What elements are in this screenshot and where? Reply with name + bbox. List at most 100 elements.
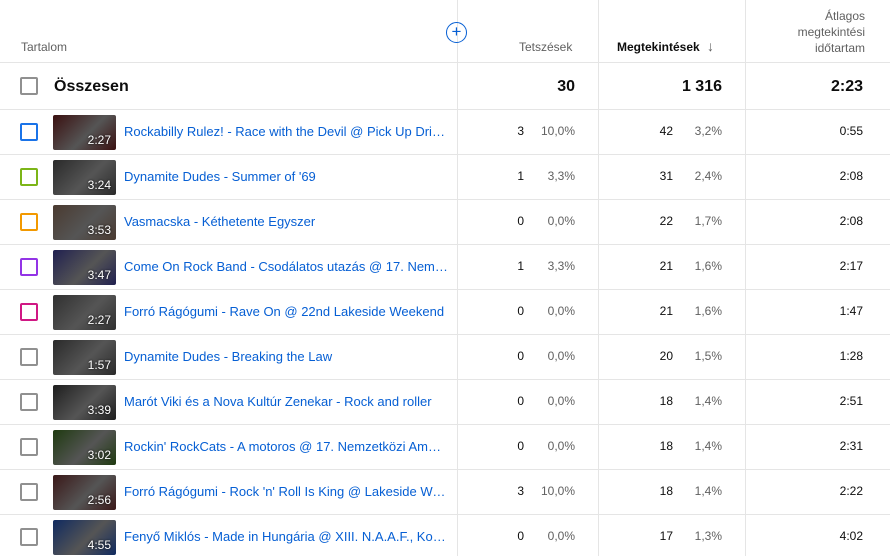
video-title[interactable]: Forró Rágógumi - Rave On @ 22nd Lakeside… [124, 304, 448, 319]
table-row[interactable]: 2:27 Rockabilly Rulez! - Race with the D… [0, 110, 890, 155]
row-likes: 0 [517, 214, 524, 228]
video-title[interactable]: Dynamite Dudes - Summer of '69 [124, 169, 448, 184]
video-thumbnail[interactable]: 2:27 [53, 115, 116, 150]
video-title[interactable]: Come On Rock Band - Csodálatos utazás @ … [124, 259, 448, 274]
video-title[interactable]: Marót Viki és a Nova Kultúr Zenekar - Ro… [124, 394, 448, 409]
video-thumbnail[interactable]: 4:55 [53, 520, 116, 555]
video-thumbnail[interactable]: 2:27 [53, 295, 116, 330]
row-checkbox[interactable] [20, 213, 38, 231]
row-checkbox[interactable] [20, 438, 38, 456]
row-avg-duration: 2:08 [839, 169, 863, 183]
row-checkbox[interactable] [20, 348, 38, 366]
avg-duration-label-line: időtartam [814, 41, 865, 55]
video-duration: 3:02 [87, 448, 111, 462]
row-views-percent: 1,4% [694, 394, 722, 408]
content-column-header[interactable]: Tartalom [21, 40, 67, 54]
views-column-header[interactable]: Megtekintések [617, 40, 700, 54]
row-likes-percent: 3,3% [547, 169, 575, 183]
video-duration: 3:53 [87, 223, 111, 237]
row-likes: 0 [517, 394, 524, 408]
table-row[interactable]: 1:57 Dynamite Dudes - Breaking the Law 0… [0, 335, 890, 380]
video-thumbnail[interactable]: 3:24 [53, 160, 116, 195]
video-title[interactable]: Rockin' RockCats - A motoros @ 17. Nemze… [124, 439, 448, 454]
row-views: 22 [659, 214, 673, 228]
row-avg-duration: 2:22 [839, 484, 863, 498]
row-views: 18 [659, 484, 673, 498]
row-likes: 3 [517, 124, 524, 138]
video-title[interactable]: Dynamite Dudes - Breaking the Law [124, 349, 448, 364]
row-likes-percent: 3,3% [547, 259, 575, 273]
table-row[interactable]: 2:56 Forró Rágógumi - Rock 'n' Roll Is K… [0, 470, 890, 515]
video-thumbnail[interactable]: 2:56 [53, 475, 116, 510]
row-likes-percent: 0,0% [547, 394, 575, 408]
table-row[interactable]: 4:55 Fenyő Miklós - Made in Hungária @ X… [0, 515, 890, 556]
table-row[interactable]: 2:27 Forró Rágógumi - Rave On @ 22nd Lak… [0, 290, 890, 335]
video-duration: 3:47 [87, 268, 111, 282]
row-views: 18 [659, 394, 673, 408]
row-views-percent: 1,4% [694, 439, 722, 453]
row-views: 21 [659, 259, 673, 273]
row-checkbox[interactable] [20, 258, 38, 276]
row-checkbox[interactable] [20, 528, 38, 546]
row-views: 20 [659, 349, 673, 363]
video-thumbnail[interactable]: 3:39 [53, 385, 116, 420]
row-likes: 3 [517, 484, 524, 498]
table-row[interactable]: 3:02 Rockin' RockCats - A motoros @ 17. … [0, 425, 890, 470]
row-checkbox[interactable] [20, 168, 38, 186]
video-thumbnail[interactable]: 3:02 [53, 430, 116, 465]
row-avg-duration: 1:47 [839, 304, 863, 318]
row-likes: 1 [517, 169, 524, 183]
row-likes: 0 [517, 439, 524, 453]
total-likes: 30 [557, 78, 575, 95]
plus-circle-icon[interactable]: + [446, 22, 467, 43]
row-checkbox[interactable] [20, 393, 38, 411]
row-views: 17 [659, 529, 673, 543]
row-avg-duration: 0:55 [839, 124, 863, 138]
row-views: 42 [659, 124, 673, 138]
table-row[interactable]: 3:24 Dynamite Dudes - Summer of '69 1 3,… [0, 155, 890, 200]
row-views-percent: 1,4% [694, 484, 722, 498]
avg-duration-label-line: megtekintési [797, 25, 865, 39]
total-views: 1 316 [681, 78, 722, 95]
row-views-percent: 1,6% [694, 259, 722, 273]
avg-duration-column-header[interactable]: Átlagos megtekintési időtartam [745, 8, 865, 56]
table-row[interactable]: 3:53 Vasmacska - Kéthetente Egyszer 0 0,… [0, 200, 890, 245]
row-avg-duration: 2:31 [839, 439, 863, 453]
row-checkbox[interactable] [20, 303, 38, 321]
video-duration: 3:39 [87, 403, 111, 417]
total-label: Összesen [54, 78, 129, 95]
row-views-percent: 1,6% [694, 304, 722, 318]
total-row: Összesen 30 1 316 2:23 [0, 63, 890, 110]
video-thumbnail[interactable]: 3:47 [53, 250, 116, 285]
video-title[interactable]: Forró Rágógumi - Rock 'n' Roll Is King @… [124, 484, 448, 499]
row-likes-percent: 0,0% [547, 529, 575, 543]
video-thumbnail[interactable]: 1:57 [53, 340, 116, 375]
table-row[interactable]: 3:47 Come On Rock Band - Csodálatos utaz… [0, 245, 890, 290]
row-avg-duration: 1:28 [839, 349, 863, 363]
table-row[interactable]: 3:39 Marót Viki és a Nova Kultúr Zenekar… [0, 380, 890, 425]
video-duration: 2:27 [87, 313, 111, 327]
row-likes: 0 [517, 529, 524, 543]
video-title[interactable]: Rockabilly Rulez! - Race with the Devil … [124, 124, 448, 139]
row-views-percent: 1,3% [694, 529, 722, 543]
row-avg-duration: 2:17 [839, 259, 863, 273]
row-checkbox[interactable] [20, 123, 38, 141]
row-checkbox[interactable] [20, 483, 38, 501]
row-likes-percent: 0,0% [547, 304, 575, 318]
row-likes: 0 [517, 304, 524, 318]
row-views-percent: 1,5% [694, 349, 722, 363]
row-views: 31 [659, 169, 673, 183]
row-likes-percent: 0,0% [547, 349, 575, 363]
video-thumbnail[interactable]: 3:53 [53, 205, 116, 240]
avg-duration-label-line: Átlagos [824, 9, 865, 23]
total-checkbox[interactable] [20, 77, 38, 95]
likes-column-header[interactable]: Tetszések [519, 40, 572, 54]
video-title[interactable]: Fenyő Miklós - Made in Hungária @ XIII. … [124, 529, 448, 544]
row-avg-duration: 2:08 [839, 214, 863, 228]
video-duration: 3:24 [87, 178, 111, 192]
row-likes: 1 [517, 259, 524, 273]
arrow-down-icon[interactable]: ↓ [707, 38, 714, 54]
video-duration: 2:56 [87, 493, 111, 507]
row-likes-percent: 10,0% [540, 484, 575, 498]
video-title[interactable]: Vasmacska - Kéthetente Egyszer [124, 214, 448, 229]
